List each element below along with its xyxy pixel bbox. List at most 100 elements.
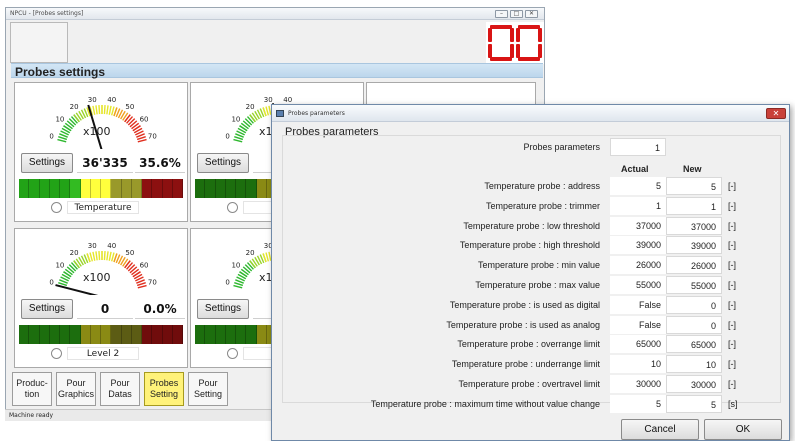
probe-value: 0 xyxy=(77,299,133,319)
param-new-input[interactable]: 5 xyxy=(666,394,722,413)
gauge-tick xyxy=(233,138,243,143)
gauge-multiplier: x100 xyxy=(83,125,111,138)
param-new-input[interactable]: 5 xyxy=(666,177,722,195)
gauge-scale-label: 10 xyxy=(231,262,240,270)
top-left-panel xyxy=(10,22,68,63)
cancel-button[interactable]: Cancel xyxy=(621,419,699,440)
gauge-tick xyxy=(265,106,270,116)
close-button[interactable]: ✕ xyxy=(525,10,538,18)
param-actual-value: 5 xyxy=(610,177,666,195)
param-new-input[interactable]: 0 xyxy=(666,315,722,334)
dialog-close-button[interactable]: ✕ xyxy=(766,108,786,119)
bar-segment xyxy=(101,325,112,344)
bar-segment xyxy=(121,325,132,344)
bar-segment xyxy=(162,179,173,198)
param-new-input[interactable]: 39000 xyxy=(666,236,722,255)
gauge-tick xyxy=(136,281,146,287)
param-label: Temperature probe : trimmer xyxy=(485,200,600,211)
param-unit: [-] xyxy=(728,379,736,389)
status-text: Machine ready xyxy=(9,412,54,419)
param-unit: [-] xyxy=(728,260,736,271)
param-new-input[interactable]: 55000 xyxy=(666,276,722,294)
probes-parameters-input[interactable]: 1 xyxy=(610,138,666,156)
gauge-scale-label: 0 xyxy=(49,279,53,287)
probe-panel-temperature: 0 10 20 30 40 50 60 70 x100 Settings 36'335 35.6% Te… xyxy=(14,82,188,222)
probe-select-radio[interactable] xyxy=(51,202,62,213)
settings-button[interactable]: Settings xyxy=(197,299,249,319)
param-actual-value: 65000 xyxy=(610,335,666,354)
bar-segment xyxy=(29,325,40,344)
gauge-scale-label: 20 xyxy=(70,249,79,257)
gauge-tick xyxy=(103,251,106,261)
ok-button[interactable]: OK xyxy=(704,419,782,440)
param-new-input[interactable]: 65000 xyxy=(666,335,722,354)
tab-pour-graphics[interactable]: Pour Graphics xyxy=(56,372,96,406)
probe-value: 36'335 xyxy=(77,153,133,173)
segment xyxy=(490,25,512,29)
bar-segment xyxy=(246,179,257,198)
gauge-tick xyxy=(137,138,147,143)
probe-select-radio[interactable] xyxy=(51,348,62,359)
gauge-scale-label: 10 xyxy=(55,262,64,270)
segment xyxy=(516,44,520,58)
bar-segment xyxy=(172,179,183,198)
param-new-input[interactable]: 26000 xyxy=(666,256,722,275)
param-unit: [-] xyxy=(728,200,736,211)
minimize-button[interactable]: – xyxy=(495,10,508,18)
main-titlebar: NPCU - [Probes settings] – □ ✕ xyxy=(6,8,544,20)
gauge-tick xyxy=(137,284,147,289)
probe-select-radio[interactable] xyxy=(227,348,238,359)
bar-segment xyxy=(142,179,153,198)
gauge-tick xyxy=(98,251,101,261)
param-actual-value: 10 xyxy=(610,355,666,374)
tab-probes-setting[interactable]: Probes Setting xyxy=(144,372,184,406)
settings-button[interactable]: Settings xyxy=(21,153,73,173)
probe-percent: 0.0% xyxy=(135,299,185,319)
tab-pour-datas[interactable]: Pour Datas xyxy=(100,372,140,406)
tab-pour-setting[interactable]: Pour Setting xyxy=(188,372,228,406)
bar-segment xyxy=(121,179,132,198)
segment xyxy=(518,25,540,29)
probe-select-radio[interactable] xyxy=(227,202,238,213)
gauge-scale-label: 60 xyxy=(140,116,149,124)
bar-segment xyxy=(101,179,112,198)
settings-button[interactable]: Settings xyxy=(197,153,249,173)
param-new-input[interactable]: 10 xyxy=(666,355,722,374)
param-new-input[interactable]: 30000 xyxy=(666,375,722,393)
bar-segment xyxy=(90,179,101,198)
param-actual-value: 55000 xyxy=(610,276,666,294)
maximize-button[interactable]: □ xyxy=(510,10,523,18)
param-label: Temperature probe : high threshold xyxy=(459,240,600,251)
param-label: Temperature probe : min value xyxy=(477,260,600,271)
level-bar-graph xyxy=(19,325,183,344)
gauge-dial: 0 10 20 30 40 50 60 70 xyxy=(49,96,157,149)
segment xyxy=(510,44,514,58)
segment xyxy=(488,44,492,58)
param-new-input[interactable]: 0 xyxy=(666,295,722,314)
param-label: Temperature probe : is used as analog xyxy=(446,319,600,330)
bar-segment xyxy=(236,325,247,344)
param-new-input[interactable]: 1 xyxy=(666,196,722,215)
bar-segment xyxy=(205,179,216,198)
param-new-input[interactable]: 37000 xyxy=(666,216,722,235)
bar-segment xyxy=(70,179,81,198)
param-unit: [-] xyxy=(728,240,736,251)
column-header-actual: Actual xyxy=(621,164,649,174)
gauge-tick xyxy=(136,135,146,141)
settings-button[interactable]: Settings xyxy=(21,299,73,319)
bar-segment xyxy=(256,325,267,344)
seven-segment-counter xyxy=(486,22,544,64)
gauge-scale-label: 10 xyxy=(55,116,64,124)
tab-produc--tion[interactable]: Produc- tion xyxy=(12,372,52,406)
bar-segment xyxy=(246,325,257,344)
bar-segment xyxy=(131,325,142,344)
gauge-tick xyxy=(106,251,109,261)
gauge-tick xyxy=(108,251,112,261)
gauge-tick xyxy=(234,281,244,287)
bar-segment xyxy=(225,325,236,344)
param-actual-value: False xyxy=(610,315,666,334)
segment xyxy=(490,57,512,61)
param-label: Temperature probe : is used as digital xyxy=(449,299,600,310)
gauge-tick xyxy=(106,105,109,115)
bar-segment xyxy=(195,179,206,198)
